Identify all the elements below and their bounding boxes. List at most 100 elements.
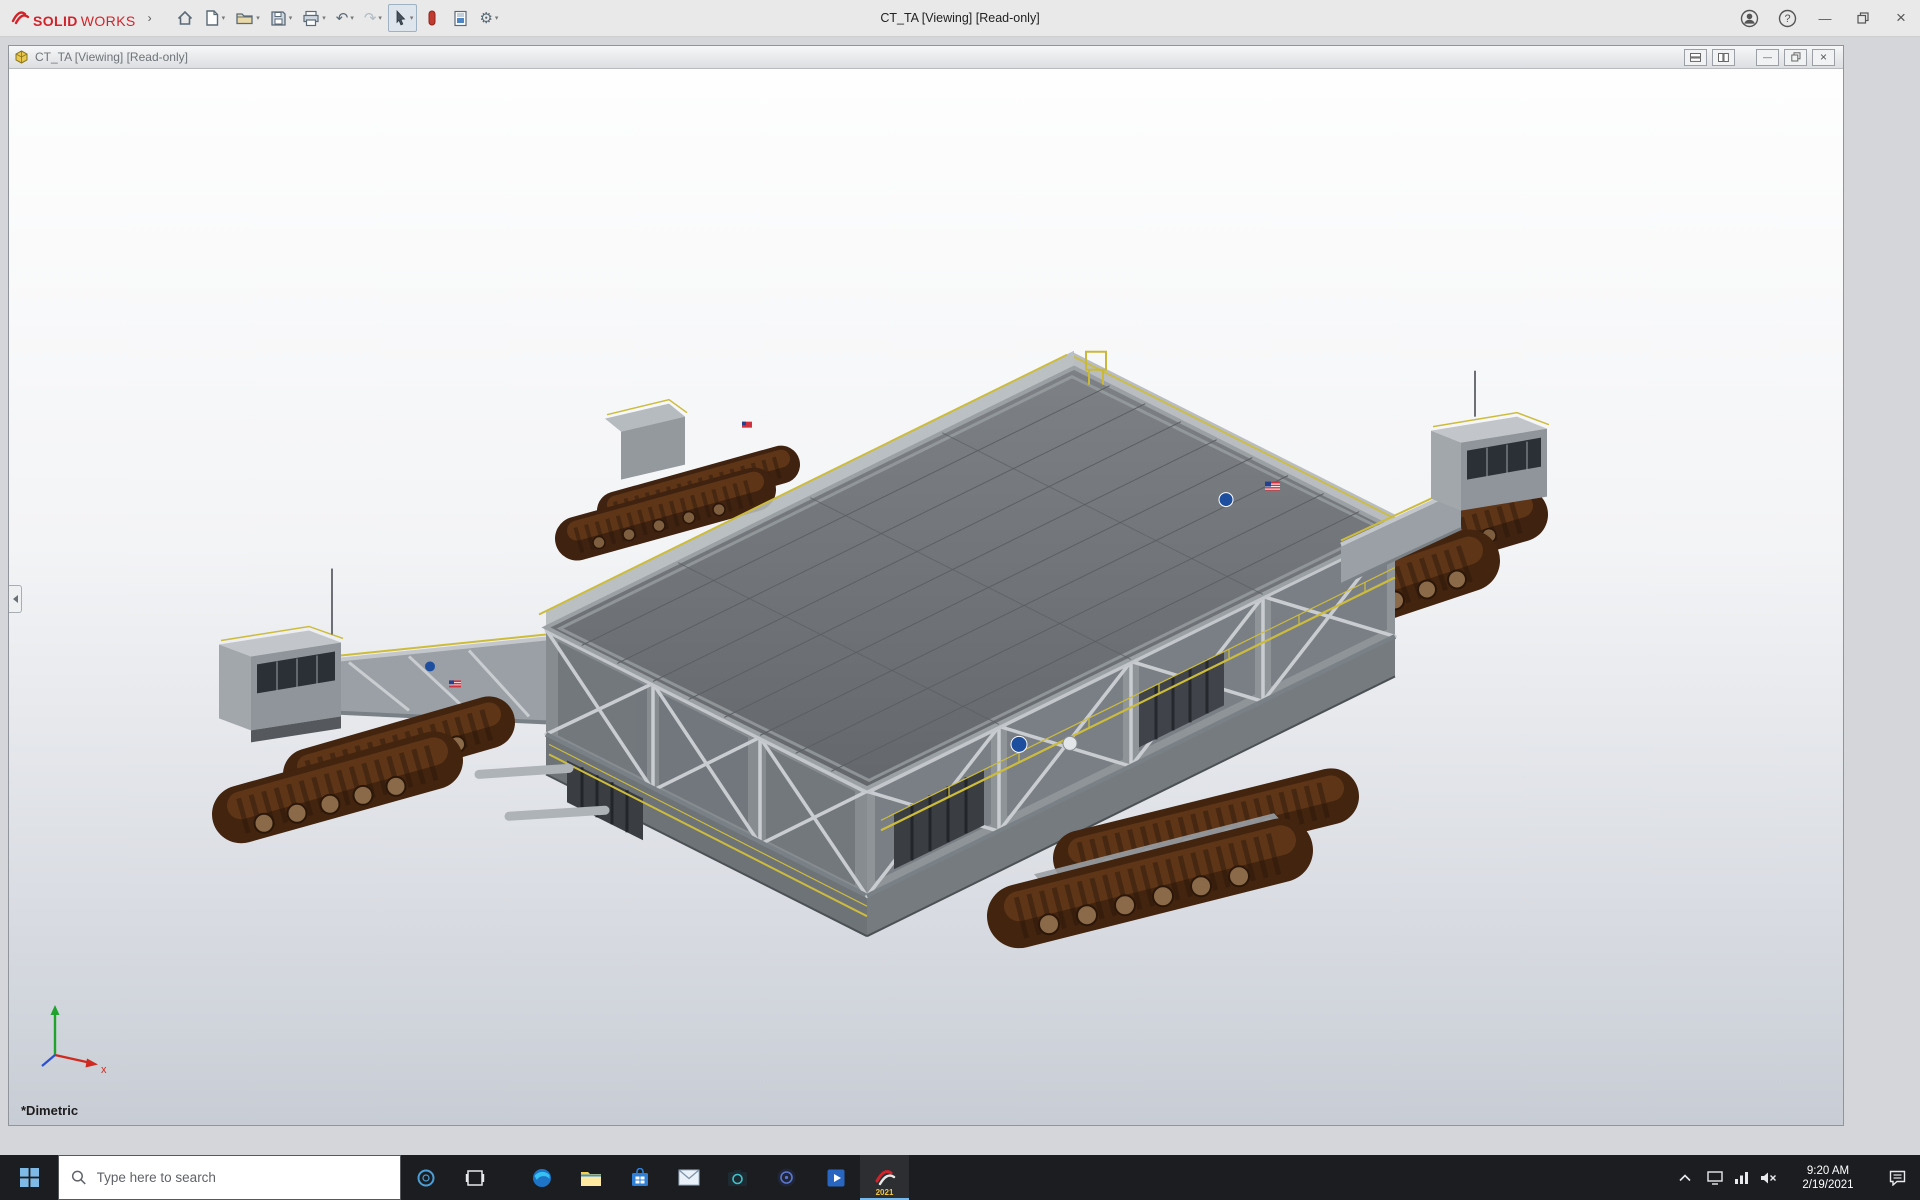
doc-tile-horizontal-button[interactable] [1684,49,1707,66]
app-titlebar: SOLID WORKS › ▾ ▾ [0,0,1920,37]
select-cursor-icon [392,9,408,27]
open-button[interactable]: ▾ [231,4,264,32]
tray-display-button[interactable] [1701,1155,1728,1200]
left-corner-arm[interactable] [331,634,546,722]
us-flag-decal [449,680,461,687]
taskbar-app-movies-tv[interactable] [811,1155,860,1200]
us-flag-decal [1265,482,1280,491]
new-document-dropdown-icon[interactable]: ▾ [222,14,226,22]
undo-icon: ↶ [336,11,349,26]
file-properties-button[interactable] [447,4,473,32]
file-properties-icon [453,10,468,27]
select-button[interactable]: ▾ [388,4,418,32]
clock-time: 9:20 AM [1782,1164,1874,1178]
red-tool-button[interactable] [419,4,445,32]
task-view-button[interactable] [450,1155,499,1200]
windows-taskbar: 2021 [0,1155,1920,1200]
doc-tile-vertical-button[interactable] [1712,49,1735,66]
open-folder-icon [235,9,254,27]
redo-dropdown-icon[interactable]: ▾ [378,14,382,22]
right-control-cab[interactable] [1431,371,1549,511]
mail-icon [678,1169,700,1186]
undo-dropdown-icon[interactable]: ▾ [350,14,354,22]
document-titlebar[interactable]: CT_TA [Viewing] [Read-only] — [9,46,1843,69]
document-title: CT_TA [Viewing] [Read-only] [35,50,188,64]
taskbar-app-camera[interactable] [713,1155,762,1200]
graphics-viewport[interactable]: x *Dimetric [9,69,1843,1125]
menu-expand-chevron-icon[interactable]: › [148,11,152,25]
rear-corner-platform[interactable] [605,400,687,480]
collapse-arrow-icon [13,595,18,603]
solidworks-version-badge: 2021 [860,1188,909,1197]
undo-button[interactable]: ↶ ▾ [332,4,358,32]
tray-overflow-button[interactable] [1669,1155,1701,1200]
assembly-document-icon [14,50,29,64]
print-dropdown-icon[interactable]: ▾ [322,14,326,22]
save-button[interactable]: ▾ [266,4,297,32]
taskbar-clock[interactable]: 9:20 AM 2/19/2021 [1782,1155,1874,1200]
system-tray: 9:20 AM 2/19/2021 [1669,1155,1920,1200]
mdi-client-area: CT_TA [Viewing] [Read-only] — [0,37,1920,1155]
panel-splitter-tab[interactable] [9,585,22,613]
clock-date: 2/19/2021 [1782,1178,1874,1192]
options-button[interactable]: ⚙ ▾ [475,4,502,32]
options-dropdown-icon[interactable]: ▾ [495,14,499,22]
taskbar-app-store[interactable] [615,1155,664,1200]
crawler-transporter-3d-model[interactable] [9,69,1843,1125]
action-center-button[interactable] [1874,1155,1920,1200]
doc-restore-icon [1791,52,1801,62]
restore-icon [1857,12,1869,24]
chevron-up-icon [1679,1174,1691,1182]
doc-restore-button[interactable] [1784,49,1807,66]
restore-button[interactable] [1844,0,1882,36]
select-dropdown-icon[interactable]: ▾ [410,14,414,22]
document-window: CT_TA [Viewing] [Read-only] — [8,45,1844,1126]
save-dropdown-icon[interactable]: ▾ [289,14,293,22]
redo-button[interactable]: ↷ ▾ [360,4,386,32]
tile-horizontal-icon [1690,53,1701,62]
start-button[interactable] [0,1155,58,1200]
user-account-icon [1740,9,1759,28]
home-button[interactable] [172,4,198,32]
new-document-button[interactable]: ▾ [200,4,230,32]
windows-logo-icon [20,1168,39,1187]
cortana-icon [416,1168,436,1188]
redo-icon: ↷ [364,11,377,26]
triad-x-label: x [101,1064,107,1076]
left-control-cab[interactable] [219,569,343,743]
doc-close-button[interactable]: × [1812,49,1835,66]
home-icon [176,9,194,27]
tile-vertical-icon [1718,53,1729,62]
search-input[interactable] [97,1170,388,1185]
taskbar-app-groove-music[interactable] [762,1155,811,1200]
doc-minimize-button[interactable]: — [1756,49,1779,66]
open-dropdown-icon[interactable]: ▾ [256,14,260,22]
taskbar-app-solidworks[interactable]: 2021 [860,1155,909,1200]
titlebar-controls: ? — × [1730,0,1920,36]
tray-volume-button[interactable] [1755,1155,1782,1200]
print-icon [302,10,320,27]
taskbar-app-file-explorer[interactable] [566,1155,615,1200]
solidworks-logo: SOLID WORKS [0,8,140,29]
taskbar-search-box[interactable] [58,1155,401,1200]
cortana-button[interactable] [401,1155,450,1200]
task-view-icon [465,1168,485,1188]
tray-network-button[interactable] [1728,1155,1755,1200]
microsoft-store-icon [630,1168,650,1188]
file-explorer-icon [580,1168,602,1188]
edge-icon [531,1167,553,1189]
close-button[interactable]: × [1882,0,1920,36]
account-button[interactable] [1730,0,1768,36]
us-flag-decal [742,422,752,428]
taskbar-app-edge[interactable] [517,1155,566,1200]
minimize-button[interactable]: — [1806,0,1844,36]
help-icon: ? [1778,9,1797,28]
quick-access-toolbar: ▾ ▾ ▾ ▾ ↶ ▾ [172,4,503,32]
document-window-controls: — × [1684,49,1838,66]
orientation-triad: x [31,997,111,1077]
print-button[interactable]: ▾ [298,4,330,32]
help-button[interactable]: ? [1768,0,1806,36]
taskbar-app-mail[interactable] [664,1155,713,1200]
solidworks-app-icon [874,1167,896,1189]
display-icon [1707,1171,1723,1185]
